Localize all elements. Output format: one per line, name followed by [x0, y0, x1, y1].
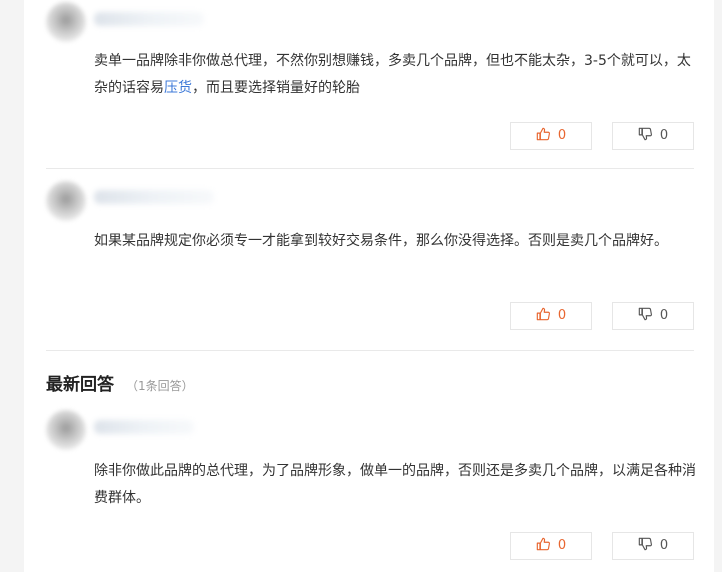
section-title: 最新回答: [46, 375, 114, 395]
thumbs-up-icon: [536, 127, 550, 141]
avatar[interactable]: [46, 410, 86, 450]
like-count: 0: [557, 538, 567, 553]
answer-text: 除非你做此品牌的总代理，为了品牌形象，做单一的品牌，否则还是多卖几个品牌，以满足…: [94, 463, 696, 506]
like-count: 0: [557, 128, 567, 143]
thumbs-up-icon: [536, 307, 550, 321]
thumbs-up-icon: [536, 537, 550, 551]
answer-count: （1条回答）: [126, 379, 194, 393]
divider: [46, 168, 694, 169]
answer-text: 卖单一品牌除非你做总代理，不然你别想赚钱，多卖几个品牌，但也不能太杂，3-5个就…: [94, 48, 704, 102]
dislike-count: 0: [659, 308, 669, 323]
divider: [46, 350, 694, 351]
thumbs-down-icon: [638, 127, 652, 141]
thumbs-down-icon: [638, 537, 652, 551]
answer-text-part: ，而且要选择销量好的轮胎: [192, 80, 360, 96]
answer-text: 如果某品牌规定你必须专一才能拿到较好交易条件，那么你没得选择。否则是卖几个品牌好…: [94, 233, 668, 249]
username-blurred[interactable]: [94, 420, 194, 434]
thumbs-down-icon: [638, 307, 652, 321]
like-count: 0: [557, 308, 567, 323]
username-blurred[interactable]: [94, 12, 204, 26]
dislike-button[interactable]: 0: [612, 302, 694, 330]
like-button[interactable]: 0: [510, 302, 592, 330]
dislike-button[interactable]: 0: [612, 532, 694, 560]
username-blurred[interactable]: [94, 190, 214, 204]
avatar[interactable]: [46, 181, 86, 221]
avatar[interactable]: [46, 2, 86, 42]
answers-panel: 卖单一品牌除非你做总代理，不然你别想赚钱，多卖几个品牌，但也不能太杂，3-5个就…: [24, 0, 714, 572]
latest-answers-header: 最新回答 （1条回答）: [46, 370, 194, 395]
dislike-count: 0: [659, 538, 669, 553]
keyword-link[interactable]: 压货: [164, 80, 192, 96]
like-button[interactable]: 0: [510, 122, 592, 150]
dislike-count: 0: [659, 128, 669, 143]
like-button[interactable]: 0: [510, 532, 592, 560]
dislike-button[interactable]: 0: [612, 122, 694, 150]
